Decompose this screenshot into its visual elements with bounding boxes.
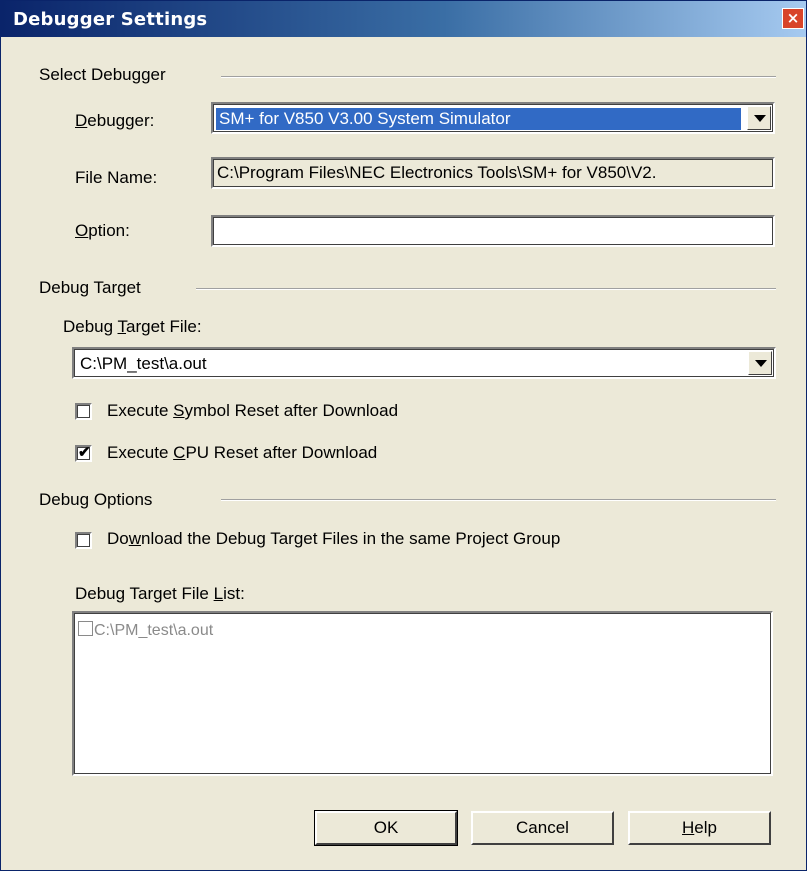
file-name-label: File Name: <box>75 168 158 187</box>
debug-options-divider <box>221 499 776 501</box>
symbol-reset-checkbox[interactable] <box>75 403 92 420</box>
checkbox-icon <box>78 621 93 636</box>
cancel-button[interactable]: Cancel <box>471 811 614 845</box>
download-same-group-label[interactable]: Download the Debug Target Files in the s… <box>107 529 560 549</box>
debug-target-file-value: C:\PM_test\a.out <box>80 354 207 373</box>
cpu-reset-checkbox[interactable]: ✔ <box>75 444 92 462</box>
debug-target-file-label: Debug Target File: <box>63 317 202 336</box>
help-button[interactable]: Help <box>628 811 771 845</box>
select-debugger-section-title: Select Debugger <box>39 65 166 84</box>
download-same-group-checkbox[interactable] <box>75 532 92 549</box>
file-name-field: C:\Program Files\NEC Electronics Tools\S… <box>211 157 775 189</box>
cpu-reset-label[interactable]: Execute CPU Reset after Download <box>107 443 377 463</box>
debug-target-divider <box>196 288 776 290</box>
select-debugger-divider <box>221 76 776 78</box>
debugger-selected-value: SM+ for V850 V3.00 System Simulator <box>216 108 741 130</box>
debugger-combobox[interactable]: SM+ for V850 V3.00 System Simulator <box>211 102 775 134</box>
chevron-down-icon <box>755 360 767 367</box>
list-item[interactable]: C:\PM_test\a.out <box>78 621 213 640</box>
checkmark-icon: ✔ <box>78 444 91 461</box>
debugger-settings-dialog: Debugger Settings × Select Debugger Debu… <box>0 0 807 871</box>
debug-target-file-list-label: Debug Target File List: <box>75 584 245 603</box>
debugger-label: Debugger: <box>75 111 155 130</box>
debug-target-file-listbox[interactable]: C:\PM_test\a.out <box>72 611 773 776</box>
chevron-down-icon <box>754 115 766 122</box>
close-icon: × <box>786 9 800 27</box>
symbol-reset-label[interactable]: Execute Symbol Reset after Download <box>107 401 398 421</box>
debug-options-section-title: Debug Options <box>39 490 153 509</box>
option-label: Option: <box>75 221 130 240</box>
debugger-dropdown-button[interactable] <box>747 106 771 130</box>
debug-target-section-title: Debug Target <box>39 278 141 297</box>
close-button[interactable]: × <box>782 8 804 29</box>
debug-target-file-dropdown-button[interactable] <box>748 351 772 375</box>
window-title: Debugger Settings <box>13 9 208 30</box>
debug-target-file-combobox[interactable]: C:\PM_test\a.out <box>72 347 776 379</box>
ok-button[interactable]: OK <box>314 810 458 846</box>
option-input[interactable] <box>211 215 775 247</box>
title-bar[interactable]: Debugger Settings × <box>1 1 806 37</box>
